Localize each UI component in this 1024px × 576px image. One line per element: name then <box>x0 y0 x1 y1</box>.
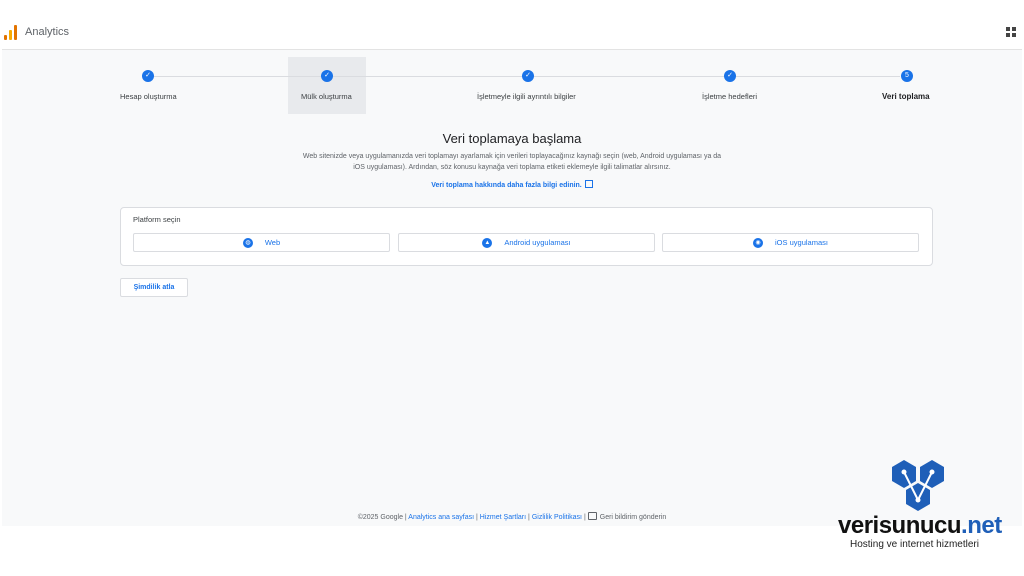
check-icon: ✓ <box>724 70 736 82</box>
app-title[interactable]: Analytics <box>25 26 69 38</box>
analytics-logo-icon[interactable] <box>4 25 18 40</box>
step-label: Mülk oluşturma <box>301 92 352 101</box>
watermark-brand-name: verisunucu <box>838 512 962 539</box>
watermark-subtitle: Hosting ve internet hizmetleri <box>850 539 979 550</box>
platform-label: iOS uygulaması <box>775 238 828 247</box>
platform-ios-button[interactable]: ◉ iOS uygulaması <box>662 233 919 252</box>
apps-grid-icon[interactable] <box>1006 27 1016 37</box>
check-icon: ✓ <box>142 70 154 82</box>
learn-more-text[interactable]: Veri toplama hakkında daha fazla bilgi e… <box>431 182 582 189</box>
footer-separator: | <box>476 514 478 521</box>
ios-icon: ◉ <box>753 237 764 248</box>
feedback-icon <box>587 512 597 520</box>
check-icon: ✓ <box>321 70 333 82</box>
analytics-home-link[interactable]: Analytics ana sayfası <box>408 514 474 521</box>
watermark-brand-tld: .net <box>961 512 1002 539</box>
platform-android-button[interactable]: ▲ Android uygulaması <box>398 233 655 252</box>
setup-stepper: ✓ Hesap oluşturma ✓ Mülk oluşturma ✓ İşl… <box>2 56 1022 116</box>
step-label: İşletme hedefleri <box>702 92 758 101</box>
analytics-window: Analytics ✓ Hesap oluşturma ✓ Mülk oluşt… <box>2 16 1022 526</box>
footer-separator: | <box>528 514 530 521</box>
hexagon-logo-icon <box>892 460 944 511</box>
globe-icon: ◍ <box>242 237 253 248</box>
footer-separator: | <box>583 514 586 521</box>
feedback-link[interactable]: Geri bildirim gönderin <box>587 512 667 521</box>
feedback-text[interactable]: Geri bildirim gönderin <box>600 514 667 521</box>
check-icon: ✓ <box>522 70 534 82</box>
open-in-new-icon[interactable] <box>584 180 593 188</box>
page-title: Veri toplamaya başlama <box>442 131 582 146</box>
platform-card-title: Platform seçin <box>133 215 181 224</box>
platform-label: Android uygulaması <box>504 238 571 247</box>
skip-for-now-button[interactable]: Şimdilik atla <box>120 278 188 297</box>
privacy-link[interactable]: Gizlilik Politikası <box>532 514 582 521</box>
terms-link[interactable]: Hizmet Şartları <box>480 514 526 521</box>
step-hover-highlight <box>288 57 366 114</box>
step-label: Veri toplama <box>882 92 930 101</box>
verisunucu-watermark: verisunucu.net Hosting ve internet hizme… <box>838 456 1002 556</box>
step-label: İşletmeyle ilgili ayrıntılı bilgiler <box>477 92 576 101</box>
copyright-text: ©2025 Google | <box>357 514 407 521</box>
learn-more-link[interactable]: Veri toplama hakkında daha fazla bilgi e… <box>2 180 1022 189</box>
platform-label: Web <box>264 238 281 247</box>
step-label: Hesap oluşturma <box>120 92 177 101</box>
platform-web-button[interactable]: ◍ Web <box>133 233 390 252</box>
android-icon: ▲ <box>482 237 493 248</box>
top-app-bar: Analytics <box>2 16 1022 50</box>
platform-card: Platform seçin ◍ Web ▲ Android uygulamas… <box>120 207 933 266</box>
page-description: Web sitenizde veya uygulamanızda veri to… <box>302 153 722 171</box>
step-number: 5 <box>901 70 913 82</box>
watermark-brand: verisunucu.net <box>838 512 1002 540</box>
